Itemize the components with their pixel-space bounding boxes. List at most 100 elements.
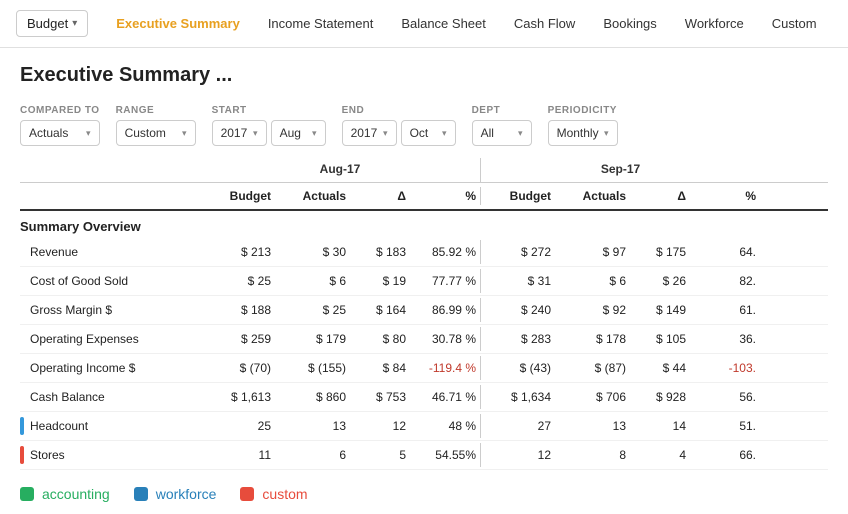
chevron-down-icon: ▾ — [86, 128, 91, 139]
chevron-down-icon: ▾ — [312, 128, 317, 139]
nav-bookings[interactable]: Bookings — [591, 10, 668, 37]
sep-actuals: $ (87) — [555, 356, 630, 380]
column-header-row: Budget Actuals Δ % Budget Actuals Δ % — [20, 183, 828, 211]
aug-delta: $ 183 — [350, 240, 410, 264]
sep-budget: 27 — [480, 414, 555, 438]
row-label: Gross Margin $ — [20, 296, 200, 324]
nav-income-statement[interactable]: Income Statement — [256, 10, 386, 37]
chevron-down-icon: ▾ — [604, 128, 609, 139]
sep-budget: 12 — [480, 443, 555, 467]
aug-delta: $ 80 — [350, 327, 410, 351]
start-month-value: Aug — [280, 126, 301, 140]
row-label-text: Operating Income $ — [30, 361, 135, 375]
legend-label-custom: custom — [262, 486, 307, 502]
data-rows-container: Revenue $ 213 $ 30 $ 183 85.92 % $ 272 $… — [20, 238, 828, 470]
sep-budget: $ 1,634 — [480, 385, 555, 409]
compared-to-filter: COMPARED TO Actuals ▾ — [20, 105, 100, 146]
table-row: Operating Income $ $ (70) $ (155) $ 84 -… — [20, 354, 828, 383]
dept-select[interactable]: All ▾ — [472, 120, 532, 146]
row-label-text: Gross Margin $ — [30, 303, 112, 317]
section-title: Summary Overview — [20, 211, 828, 238]
periodicity-select[interactable]: Monthly ▾ — [548, 120, 618, 146]
table-row: Headcount 25 13 12 48 % 27 13 14 51. — [20, 412, 828, 441]
legend-label-workforce: workforce — [156, 486, 217, 502]
end-label: END — [342, 105, 456, 116]
row-label: Cost of Good Sold — [20, 267, 200, 295]
range-select[interactable]: Custom ▾ — [116, 120, 196, 146]
dept-filter: DEPT All ▾ — [472, 105, 532, 146]
table-row: Operating Expenses $ 259 $ 179 $ 80 30.7… — [20, 325, 828, 354]
row-label-text: Cost of Good Sold — [30, 274, 128, 288]
compared-to-select[interactable]: Actuals ▾ — [20, 120, 100, 146]
aug-actuals: $ 179 — [275, 327, 350, 351]
sep-pct: 51. — [690, 414, 760, 438]
sep-budget: $ 31 — [480, 269, 555, 293]
aug-actuals: $ 6 — [275, 269, 350, 293]
table-row: Cost of Good Sold $ 25 $ 6 $ 19 77.77 % … — [20, 267, 828, 296]
dept-value: All — [481, 126, 494, 140]
period-header-row: Aug-17 Sep-17 — [20, 158, 828, 183]
sep-pct: 56. — [690, 385, 760, 409]
end-year-value: 2017 — [351, 126, 378, 140]
nav-workforce[interactable]: Workforce — [673, 10, 756, 37]
budget-dropdown-label: Budget — [27, 16, 68, 31]
row-label-text: Revenue — [30, 245, 78, 259]
start-filter: START 2017 ▾ Aug ▾ — [212, 105, 326, 146]
period-spacer — [20, 158, 200, 182]
orange-indicator — [20, 446, 24, 464]
sep-pct: 66. — [690, 443, 760, 467]
start-month-select[interactable]: Aug ▾ — [271, 120, 326, 146]
period-sep: Sep-17 — [480, 158, 760, 182]
aug-budget: 11 — [200, 443, 275, 467]
sep-actuals: $ 6 — [555, 269, 630, 293]
table-row: Gross Margin $ $ 188 $ 25 $ 164 86.99 % … — [20, 296, 828, 325]
sep-budget: $ 240 — [480, 298, 555, 322]
aug-pct: 30.78 % — [410, 327, 480, 351]
table-row: Cash Balance $ 1,613 $ 860 $ 753 46.71 %… — [20, 383, 828, 412]
row-spacer — [20, 388, 24, 406]
table-row: Revenue $ 213 $ 30 $ 183 85.92 % $ 272 $… — [20, 238, 828, 267]
compared-to-value: Actuals — [29, 126, 68, 140]
aug-budget: 25 — [200, 414, 275, 438]
range-label: RANGE — [116, 105, 196, 116]
aug-pct: 46.71 % — [410, 385, 480, 409]
aug-actuals: $ 30 — [275, 240, 350, 264]
col-budget-sep: Budget — [480, 187, 555, 205]
nav-executive-summary[interactable]: Executive Summary — [104, 10, 252, 37]
sep-delta: $ 26 — [630, 269, 690, 293]
start-year-select[interactable]: 2017 ▾ — [212, 120, 267, 146]
budget-dropdown[interactable]: Budget ▾ — [16, 10, 88, 37]
aug-budget: $ (70) — [200, 356, 275, 380]
data-table: Aug-17 Sep-17 Budget Actuals Δ % Budget … — [0, 158, 848, 470]
legend-dot-accounting — [20, 487, 34, 501]
nav-balance-sheet[interactable]: Balance Sheet — [389, 10, 498, 37]
filters-bar: COMPARED TO Actuals ▾ RANGE Custom ▾ STA… — [0, 95, 848, 146]
row-label-text: Cash Balance — [30, 390, 105, 404]
page-header: Executive Summary ... — [0, 48, 848, 95]
sep-actuals: $ 706 — [555, 385, 630, 409]
nav-cash-flow[interactable]: Cash Flow — [502, 10, 587, 37]
row-label: Stores — [20, 441, 200, 469]
end-month-value: Oct — [410, 126, 429, 140]
aug-delta: 5 — [350, 443, 410, 467]
periodicity-label: PERIODICITY — [548, 105, 618, 116]
aug-delta: 12 — [350, 414, 410, 438]
periodicity-value: Monthly — [557, 126, 599, 140]
aug-delta: $ 164 — [350, 298, 410, 322]
aug-actuals: $ 25 — [275, 298, 350, 322]
row-spacer — [20, 330, 24, 348]
aug-delta: $ 19 — [350, 269, 410, 293]
col-label-header — [20, 187, 200, 205]
row-label: Cash Balance — [20, 383, 200, 411]
legend-dot-workforce — [134, 487, 148, 501]
nav-custom[interactable]: Custom — [760, 10, 829, 37]
end-year-select[interactable]: 2017 ▾ — [342, 120, 397, 146]
col-budget-aug: Budget — [200, 187, 275, 205]
end-month-select[interactable]: Oct ▾ — [401, 120, 456, 146]
sep-actuals: 13 — [555, 414, 630, 438]
row-spacer — [20, 272, 24, 290]
aug-budget: $ 1,613 — [200, 385, 275, 409]
periodicity-filter: PERIODICITY Monthly ▾ — [548, 105, 618, 146]
row-label: Operating Expenses — [20, 325, 200, 353]
aug-pct: 54.55% — [410, 443, 480, 467]
